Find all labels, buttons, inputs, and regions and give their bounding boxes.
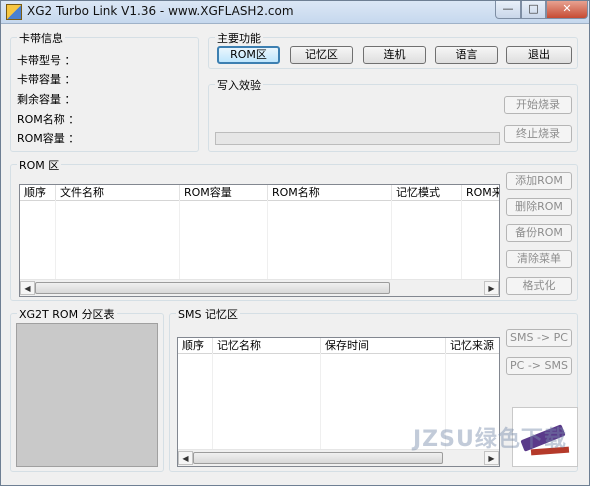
main-functions-title: 主要功能 [215, 30, 263, 46]
memory-area-button[interactable]: 记忆区 [290, 46, 353, 64]
column-divider [461, 200, 462, 280]
burn-progress-bar [215, 132, 500, 145]
close-button[interactable]: ✕ [546, 1, 588, 19]
maximize-button[interactable]: □ [521, 1, 546, 19]
column-divider [179, 200, 180, 280]
window-title: XG2 Turbo Link V1.36 - www.XGFLASH2.com [27, 4, 294, 18]
burn-title: 写入效验 [215, 77, 263, 93]
rom-col-capacity[interactable]: ROM容量 [180, 185, 268, 200]
format-button[interactable]: 格式化 [506, 277, 572, 295]
sms-col-time[interactable]: 保存时间 [321, 338, 446, 353]
stop-burn-button[interactable]: 终止烧录 [504, 125, 572, 143]
pc-to-sms-button[interactable]: PC -> SMS [506, 357, 572, 375]
scroll-left-arrow-icon[interactable]: ◀ [178, 451, 193, 465]
card-capacity-label: 卡带容量 ： [17, 73, 76, 86]
app-window: XG2 Turbo Link V1.36 - www.XGFLASH2.com … [0, 0, 590, 486]
sms-list-header: 顺序 记忆名称 保存时间 记忆来源 [178, 338, 499, 354]
watermark: JZSU绿色下载 [413, 427, 567, 452]
backup-rom-button[interactable]: 备份ROM [506, 224, 572, 242]
title-bar[interactable]: XG2 Turbo Link V1.36 - www.XGFLASH2.com … [1, 1, 589, 24]
column-divider [391, 200, 392, 280]
rom-area-button[interactable]: ROM区 [217, 46, 280, 64]
rom-name-label: ROM名称 ： [17, 113, 80, 126]
sms-col-name[interactable]: 记忆名称 [213, 338, 321, 353]
sms-to-pc-button[interactable]: SMS -> PC [506, 329, 572, 347]
start-burn-button[interactable]: 开始烧录 [504, 96, 572, 114]
rom-list-header: 顺序 文件名称 ROM容量 ROM名称 记忆模式 ROM来源 [20, 185, 499, 201]
free-capacity-label: 剩余容量 ： [17, 93, 76, 106]
scroll-left-arrow-icon[interactable]: ◀ [20, 281, 35, 295]
column-divider [267, 200, 268, 280]
rom-col-order[interactable]: 顺序 [20, 185, 56, 200]
rom-col-source[interactable]: ROM来源 [462, 185, 499, 200]
rom-list-hscrollbar[interactable]: ◀ ▶ [20, 279, 499, 296]
rom-col-name[interactable]: ROM名称 [268, 185, 392, 200]
partition-title: XG2T ROM 分区表 [17, 306, 117, 322]
scroll-right-arrow-icon[interactable]: ▶ [484, 451, 499, 465]
rom-list[interactable]: 顺序 文件名称 ROM容量 ROM名称 记忆模式 ROM来源 ◀ ▶ [19, 184, 500, 297]
exit-button[interactable]: 退出 [506, 46, 572, 64]
column-divider [320, 353, 321, 450]
partition-map [16, 323, 158, 467]
sms-col-source[interactable]: 记忆来源 [446, 338, 499, 353]
scroll-thumb[interactable] [35, 282, 390, 294]
delete-rom-button[interactable]: 删除ROM [506, 198, 572, 216]
add-rom-button[interactable]: 添加ROM [506, 172, 572, 190]
app-icon [6, 4, 22, 20]
card-info-group: 卡带信息 卡带型号 ： 卡带容量 ： 剩余容量 ： ROM名称 ： ROM容量 … [10, 30, 199, 152]
rom-col-save-mode[interactable]: 记忆模式 [392, 185, 462, 200]
rom-area-title: ROM 区 [17, 157, 62, 173]
scroll-thumb[interactable] [193, 452, 443, 464]
rom-col-filename[interactable]: 文件名称 [56, 185, 180, 200]
column-divider [55, 200, 56, 280]
sms-col-order[interactable]: 顺序 [178, 338, 213, 353]
rom-capacity-label: ROM容量 ： [17, 132, 80, 145]
connect-button[interactable]: 连机 [363, 46, 426, 64]
column-divider [212, 353, 213, 450]
language-button[interactable]: 语言 [435, 46, 498, 64]
sms-area-title: SMS 记忆区 [176, 306, 240, 322]
card-info-title: 卡带信息 [17, 30, 65, 46]
minimize-button[interactable]: — [495, 1, 521, 19]
scroll-right-arrow-icon[interactable]: ▶ [484, 281, 499, 295]
clear-menu-button[interactable]: 清除菜单 [506, 250, 572, 268]
card-model-label: 卡带型号 ： [17, 54, 76, 67]
